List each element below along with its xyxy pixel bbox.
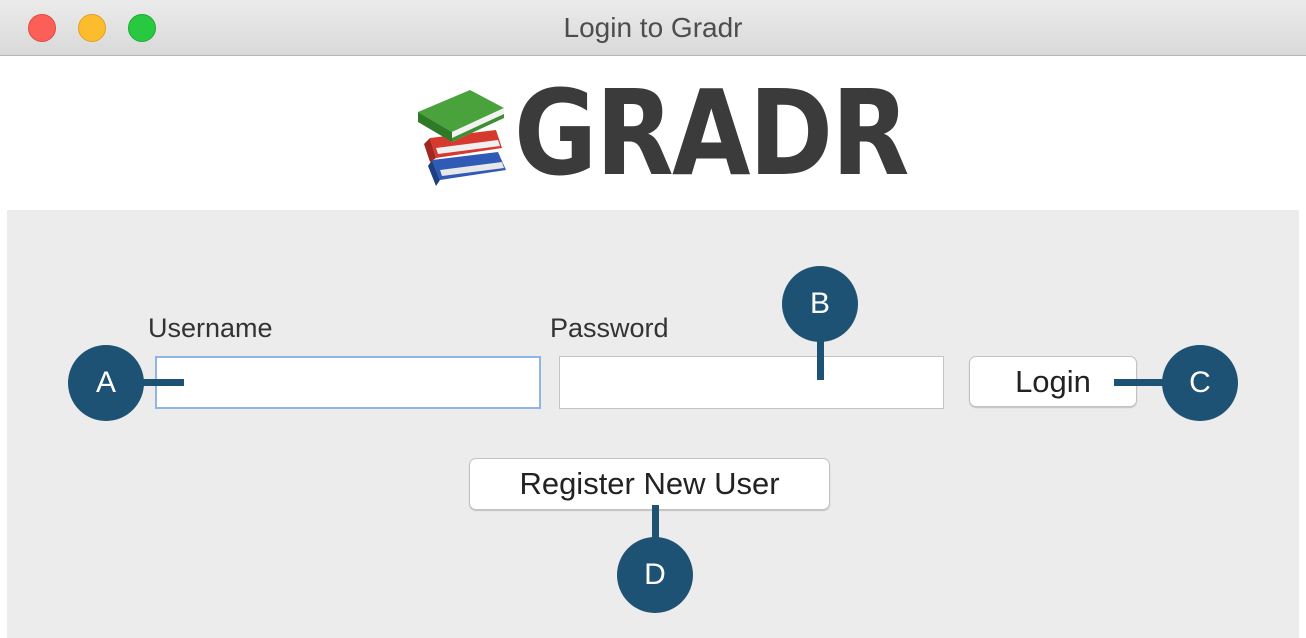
callout-a: A [68,345,144,421]
username-input[interactable] [155,356,541,409]
login-window: Login to Gradr GRADR Username Password L… [0,0,1306,638]
username-label: Username [148,313,273,343]
logo-header: GRADR [0,56,1306,210]
window-title: Login to Gradr [563,12,743,43]
callout-b-leader [817,338,824,380]
callout-d-leader [652,505,659,541]
password-label: Password [550,313,669,343]
gradr-logo: GRADR [514,64,909,202]
password-input[interactable] [559,356,944,409]
callout-c: C [1162,345,1238,421]
callout-a-leader [140,379,184,386]
callout-c-leader [1114,379,1166,386]
callout-d: D [617,537,693,613]
register-new-user-button[interactable]: Register New User [469,458,830,510]
callout-b: B [782,266,858,342]
books-icon [418,90,506,186]
title-bar: Login to Gradr [0,0,1306,56]
login-button[interactable]: Login [969,356,1137,407]
